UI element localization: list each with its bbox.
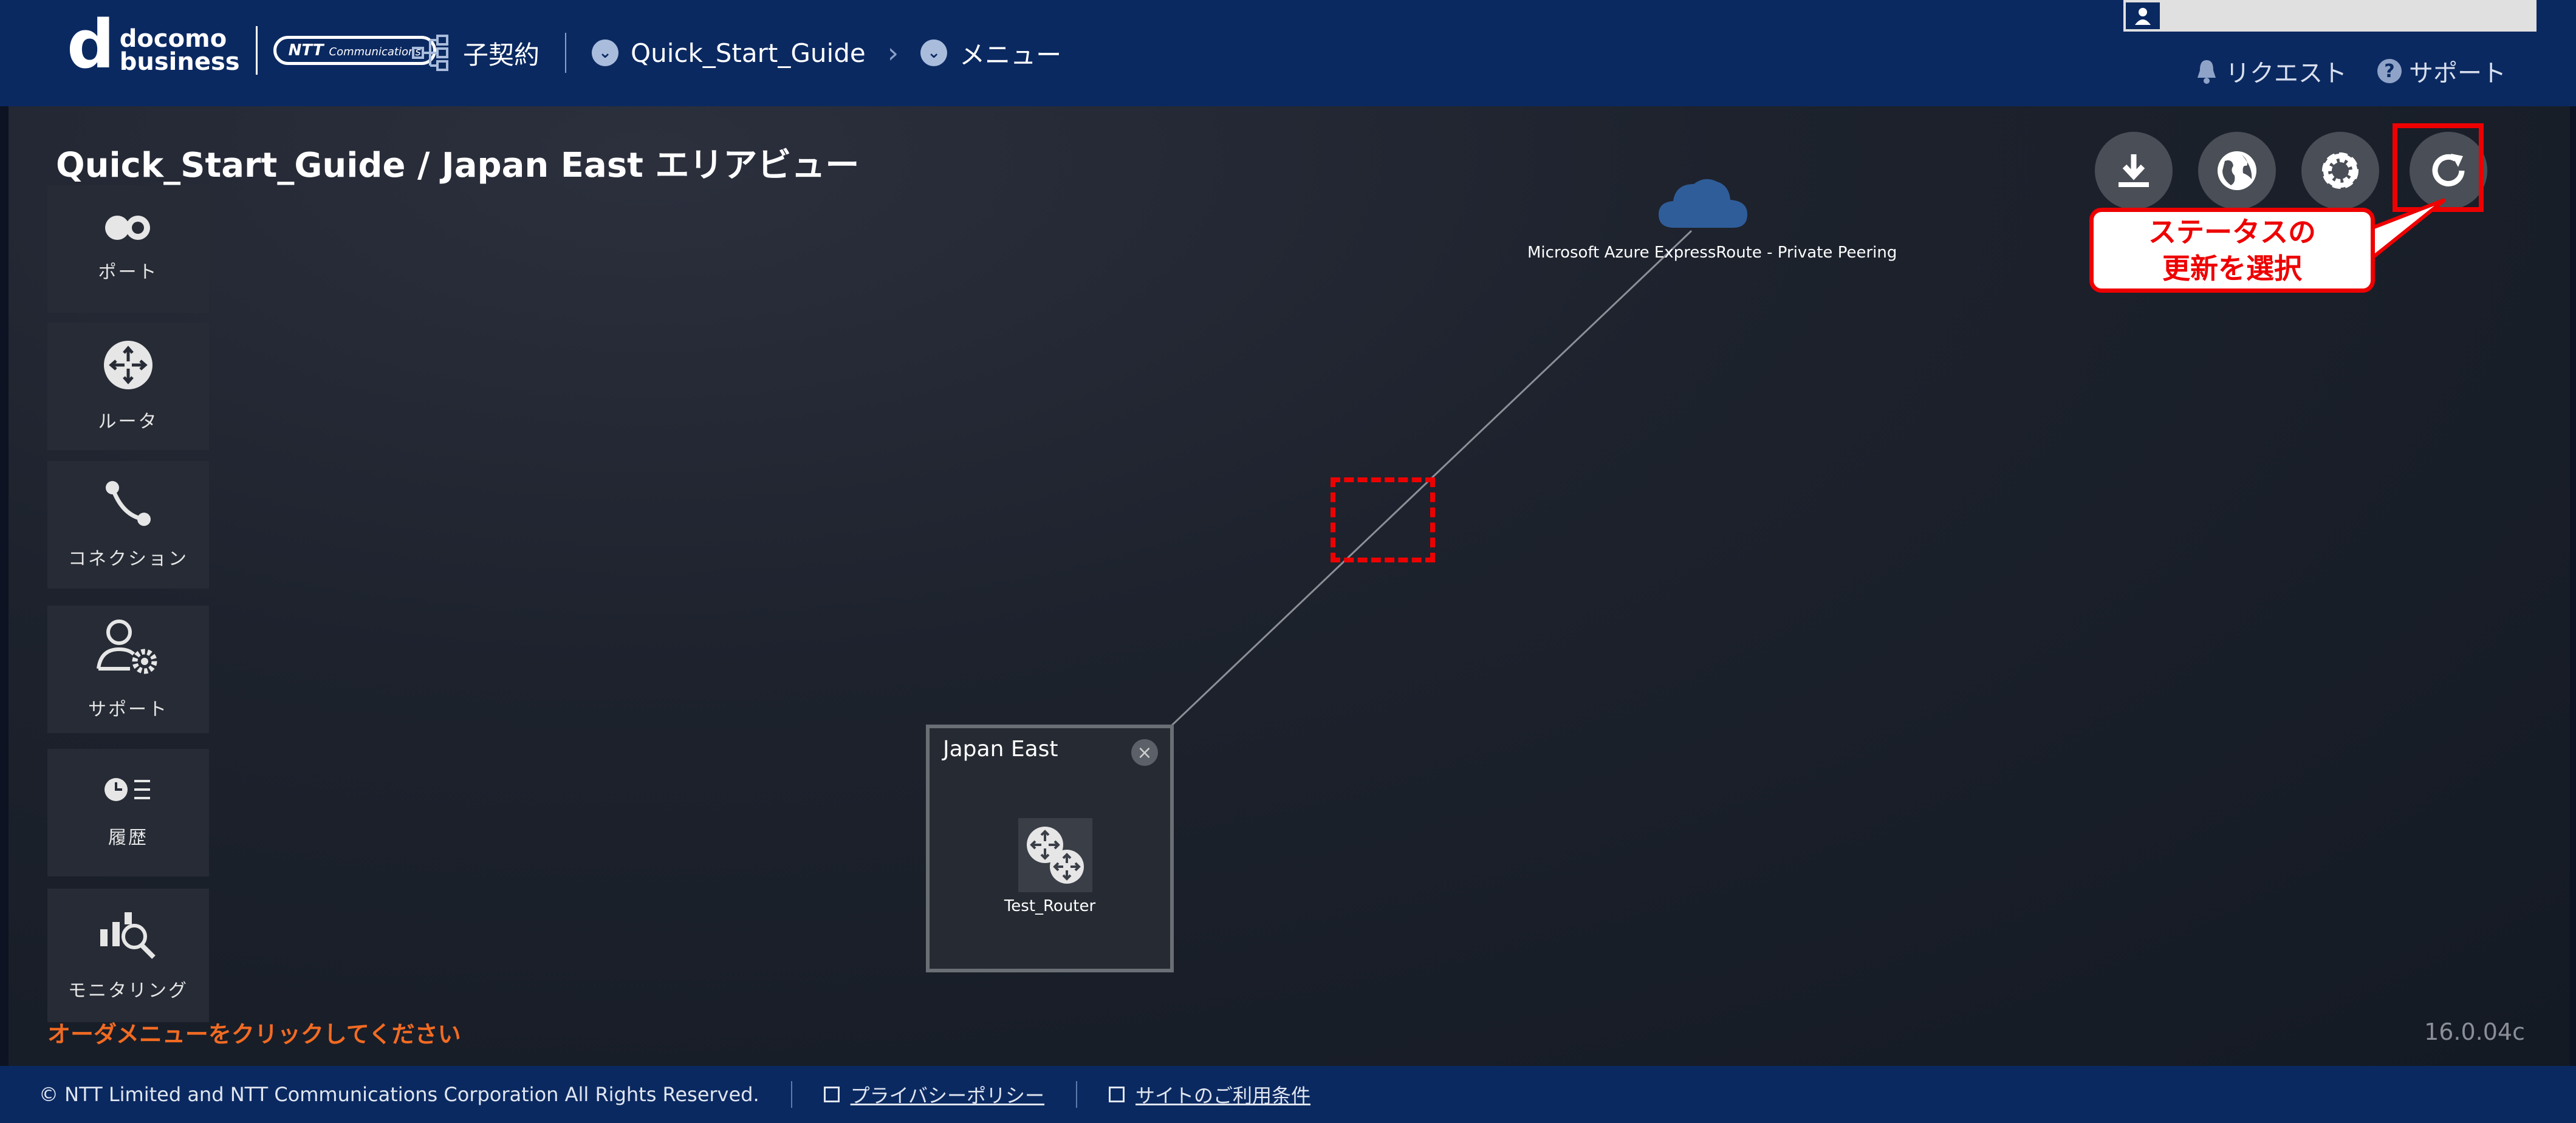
close-icon[interactable]: × <box>1131 739 1158 766</box>
terms-of-use-link[interactable]: サイトのご利用条件 <box>1109 1080 1310 1108</box>
chevron-down-icon: ⌄ <box>592 39 619 66</box>
dashed-highlight-annotation <box>1331 477 1435 562</box>
footer-divider <box>1076 1081 1078 1108</box>
gear-icon <box>2322 152 2358 189</box>
connection-icon <box>106 481 151 526</box>
user-gear-icon <box>97 620 157 674</box>
monitoring-icon <box>100 912 156 959</box>
sidebar-item-support[interactable]: サポート <box>47 606 209 733</box>
menu-dropdown[interactable]: ⌄ メニュー <box>920 35 1061 72</box>
docomo-d-mark: d <box>67 5 115 83</box>
user-account-box[interactable] <box>2123 0 2537 32</box>
sidebar-item-connection[interactable]: コネクション <box>47 461 209 589</box>
sidebar-item-router[interactable]: ルータ <box>47 323 209 450</box>
contract-selector[interactable]: 子契約 <box>412 35 540 72</box>
external-link-icon <box>1109 1087 1125 1102</box>
router-pair-icon <box>1027 827 1084 884</box>
download-icon <box>2119 154 2149 187</box>
logo-line1: docomo <box>119 25 227 53</box>
breadcrumb: 子契約 ⌄ Quick_Start_Guide › ⌄ メニュー <box>412 32 1061 74</box>
external-link-icon <box>823 1087 840 1102</box>
cloud-label: Microsoft Azure ExpressRoute - Private P… <box>1527 244 1897 262</box>
globe-button[interactable] <box>2198 132 2276 210</box>
area-title: Japan East <box>943 737 1058 762</box>
order-menu-hint: オーダメニューをクリックしてください <box>47 1021 461 1048</box>
logo-divider <box>255 26 258 75</box>
footer-divider <box>790 1081 792 1108</box>
area-view-canvas[interactable]: Quick_Start_Guide / Japan East エリアビュー ポー… <box>9 106 2570 1066</box>
help-icon: ? <box>2377 59 2402 83</box>
annotation-callout: ステータスの 更新を選択 <box>2089 208 2375 293</box>
router-icon <box>104 341 152 389</box>
cloud-icon[interactable] <box>1656 173 1753 234</box>
copyright: © NTT Limited and NTT Communications Cor… <box>39 1083 759 1106</box>
support-link[interactable]: ? サポート <box>2377 53 2506 89</box>
sidebar-item-port[interactable]: ポート <box>47 185 209 313</box>
port-icon <box>105 216 150 240</box>
area-japan-east[interactable]: Japan East × Test_Router <box>926 725 1174 972</box>
chevron-right-icon: › <box>887 36 899 69</box>
globe-icon <box>2218 151 2256 190</box>
hierarchy-icon <box>412 35 448 71</box>
history-icon <box>104 778 150 801</box>
version-label: 16.0.04c <box>2424 1019 2525 1045</box>
chevron-down-icon: ⌄ <box>920 39 948 66</box>
download-button[interactable] <box>2095 132 2173 210</box>
user-icon <box>2123 0 2162 32</box>
top-header: d docomo business NTT Communications 子契約… <box>0 0 2576 106</box>
project-name: Quick_Start_Guide <box>631 38 866 68</box>
request-link[interactable]: リクエスト <box>2195 53 2347 89</box>
router-node[interactable] <box>1018 818 1092 892</box>
menu-label: メニュー <box>959 39 1062 70</box>
contract-label: 子契約 <box>463 39 540 70</box>
privacy-policy-link[interactable]: プライバシーポリシー <box>823 1080 1044 1108</box>
sidebar-item-history[interactable]: 履歴 <box>47 749 209 876</box>
project-dropdown[interactable]: ⌄ Quick_Start_Guide <box>592 38 866 68</box>
bell-icon <box>2197 60 2216 84</box>
router-label: Test_Router <box>1004 897 1096 915</box>
docomo-business-logo[interactable]: d docomo business NTT Communications <box>67 11 436 78</box>
footer: © NTT Limited and NTT Communications Cor… <box>0 1066 2576 1123</box>
sidebar-item-monitoring[interactable]: モニタリング <box>47 889 209 1022</box>
logo-line2: business <box>119 48 240 76</box>
breadcrumb-divider <box>565 33 567 73</box>
